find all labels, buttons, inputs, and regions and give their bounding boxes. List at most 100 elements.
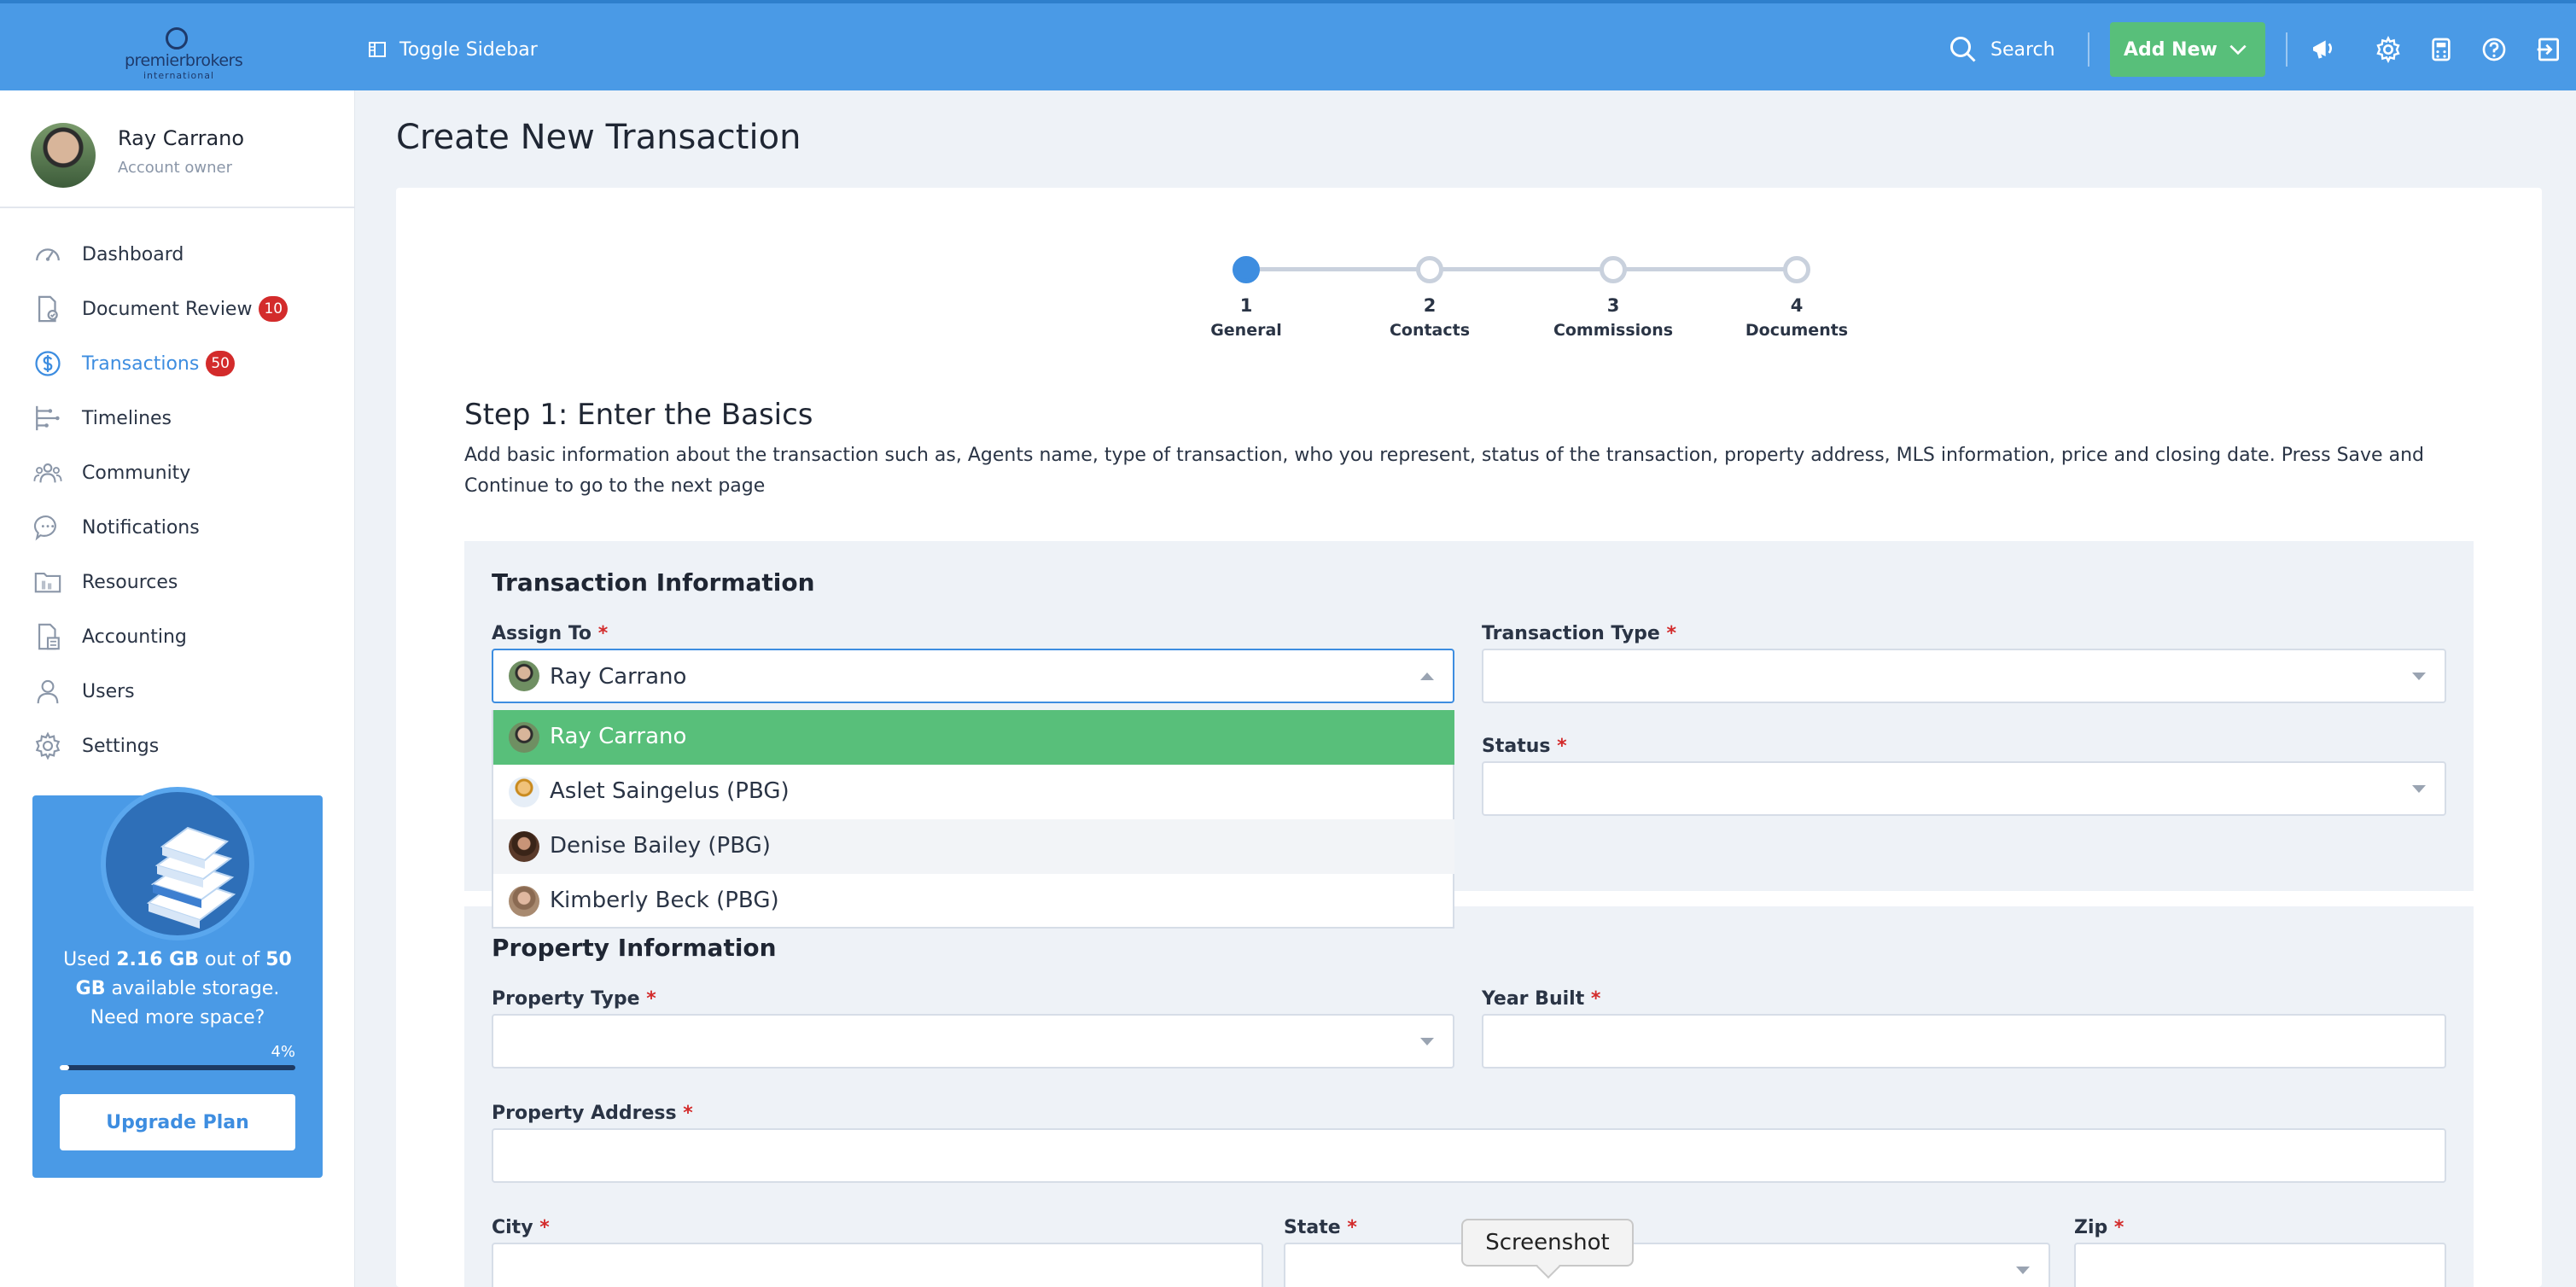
property-type-select[interactable]	[492, 1014, 1454, 1069]
avatar	[509, 777, 539, 807]
stepper-connector	[1248, 267, 1419, 271]
avatar	[31, 123, 96, 188]
add-new-label: Add New	[2124, 38, 2218, 61]
step-4-number: 4	[1790, 295, 1804, 316]
company-logo[interactable]: premierbrokers international	[125, 26, 243, 81]
section-title: Transaction Information	[492, 568, 815, 597]
zip-input[interactable]	[2074, 1243, 2446, 1287]
step-3-dot[interactable]	[1600, 256, 1627, 283]
property-address-label: Property Address *	[492, 1103, 693, 1124]
step-1-number: 1	[1239, 295, 1253, 316]
logo-subtext: international	[143, 70, 215, 81]
sidebar-item-transactions[interactable]: Transactions 50	[0, 336, 355, 391]
storage-out-of: out of	[204, 949, 260, 970]
logo-text: premierbrokers	[125, 51, 243, 70]
page-title: Create New Transaction	[396, 118, 801, 157]
step-2-label[interactable]: Contacts	[1361, 321, 1498, 340]
calculator-button[interactable]	[2426, 34, 2457, 65]
option-label: Denise Bailey (PBG)	[550, 833, 771, 859]
user-icon	[32, 676, 63, 707]
accounting-icon	[32, 621, 63, 652]
dropdown-option[interactable]: Kimberly Beck (PBG)	[493, 874, 1454, 929]
storage-progress-bar	[60, 1065, 295, 1070]
search-label: Search	[1990, 38, 2055, 61]
transactions-count-badge: 50	[206, 351, 235, 376]
gear-icon	[2376, 36, 2400, 63]
top-bar: premierbrokers international Toggle Side…	[0, 0, 2576, 90]
chevron-up-icon	[1420, 673, 1434, 680]
state-select[interactable]	[1284, 1243, 2050, 1287]
sidebar-item-timelines[interactable]: Timelines	[0, 391, 355, 446]
avatar	[509, 886, 539, 917]
step-3-label[interactable]: Commissions	[1545, 321, 1681, 340]
sidebar-item-label: Transactions	[82, 352, 200, 375]
sidebar-item-resources[interactable]: Resources	[0, 555, 355, 609]
dashboard-icon	[32, 239, 63, 270]
sidebar-nav: Dashboard Document Review 10 Transaction…	[0, 227, 355, 773]
storage-question: Need more space?	[90, 1007, 265, 1028]
step-4-dot[interactable]	[1783, 256, 1810, 283]
screenshot-tooltip: Screenshot	[1461, 1219, 1634, 1267]
avatar	[509, 661, 539, 691]
chevron-down-icon	[2412, 673, 2426, 680]
user-profile[interactable]: Ray Carrano Account owner	[0, 90, 355, 208]
stepper-connector	[1431, 267, 1602, 271]
chat-bubble-icon	[32, 512, 63, 543]
transaction-type-select[interactable]	[1482, 649, 2446, 703]
announcement-button[interactable]	[2308, 34, 2339, 65]
year-built-input[interactable]	[1482, 1014, 2446, 1069]
megaphone-icon	[2313, 40, 2332, 59]
topbar-divider	[2286, 32, 2288, 67]
logout-icon	[2537, 38, 2559, 61]
sidebar-item-label: Dashboard	[82, 243, 184, 265]
year-built-label: Year Built *	[1482, 988, 1601, 1010]
status-label: Status *	[1482, 736, 1567, 757]
property-address-input[interactable]	[492, 1128, 2446, 1183]
settings-button[interactable]	[2373, 34, 2404, 65]
option-label: Aslet Saingelus (PBG)	[550, 778, 790, 804]
city-label: City *	[492, 1217, 550, 1238]
assign-to-select[interactable]: Ray Carrano	[492, 649, 1454, 703]
sidebar-item-accounting[interactable]: Accounting	[0, 609, 355, 664]
add-new-button[interactable]: Add New	[2110, 22, 2265, 77]
logo-mark-icon	[166, 27, 188, 50]
toggle-sidebar-label: Toggle Sidebar	[399, 38, 538, 61]
storage-usage-text: Used 2.16 GB out of 50 GB available stor…	[50, 946, 306, 1033]
storage-illustration-icon	[101, 787, 254, 940]
sidebar-item-notifications[interactable]: Notifications	[0, 500, 355, 555]
sidebar-item-community[interactable]: Community	[0, 446, 355, 500]
chevron-down-icon[interactable]	[2221, 38, 2255, 61]
step-1-label[interactable]: General	[1178, 321, 1314, 340]
option-label: Ray Carrano	[550, 724, 687, 749]
step-4-label[interactable]: Documents	[1728, 321, 1865, 340]
upgrade-plan-button[interactable]: Upgrade Plan	[60, 1094, 295, 1150]
folder-icon	[32, 567, 63, 597]
sidebar-item-label: Settings	[82, 735, 160, 757]
sidebar-item-document-review[interactable]: Document Review 10	[0, 282, 355, 336]
status-select[interactable]	[1482, 761, 2446, 816]
sidebar-item-dashboard[interactable]: Dashboard	[0, 227, 355, 282]
dropdown-option[interactable]: Denise Bailey (PBG)	[493, 819, 1454, 874]
storage-progress-fill	[60, 1065, 70, 1070]
assign-to-label: Assign To *	[492, 623, 609, 644]
search-button[interactable]: Search	[1948, 32, 2055, 67]
toggle-sidebar-button[interactable]: Toggle Sidebar	[367, 34, 538, 65]
step-1-dot[interactable]	[1233, 256, 1260, 283]
step-2-dot[interactable]	[1416, 256, 1443, 283]
calculator-icon	[2432, 38, 2451, 61]
community-icon	[32, 457, 63, 488]
sidebar-item-settings[interactable]: Settings	[0, 719, 355, 773]
dropdown-option[interactable]: Ray Carrano	[493, 710, 1454, 765]
topbar-divider	[2088, 32, 2089, 67]
dropdown-option[interactable]: Aslet Saingelus (PBG)	[493, 765, 1454, 819]
logout-button[interactable]	[2533, 34, 2564, 65]
transaction-type-label: Transaction Type *	[1482, 623, 1677, 644]
help-icon	[2482, 38, 2506, 61]
sidebar-item-users[interactable]: Users	[0, 664, 355, 719]
storage-used-amount: 2.16 GB	[116, 949, 199, 970]
city-input[interactable]	[492, 1243, 1263, 1287]
help-button[interactable]	[2479, 34, 2509, 65]
step-description: Add basic information about the transact…	[464, 445, 2424, 497]
sidebar-item-label: Resources	[82, 571, 178, 593]
avatar	[509, 831, 539, 862]
